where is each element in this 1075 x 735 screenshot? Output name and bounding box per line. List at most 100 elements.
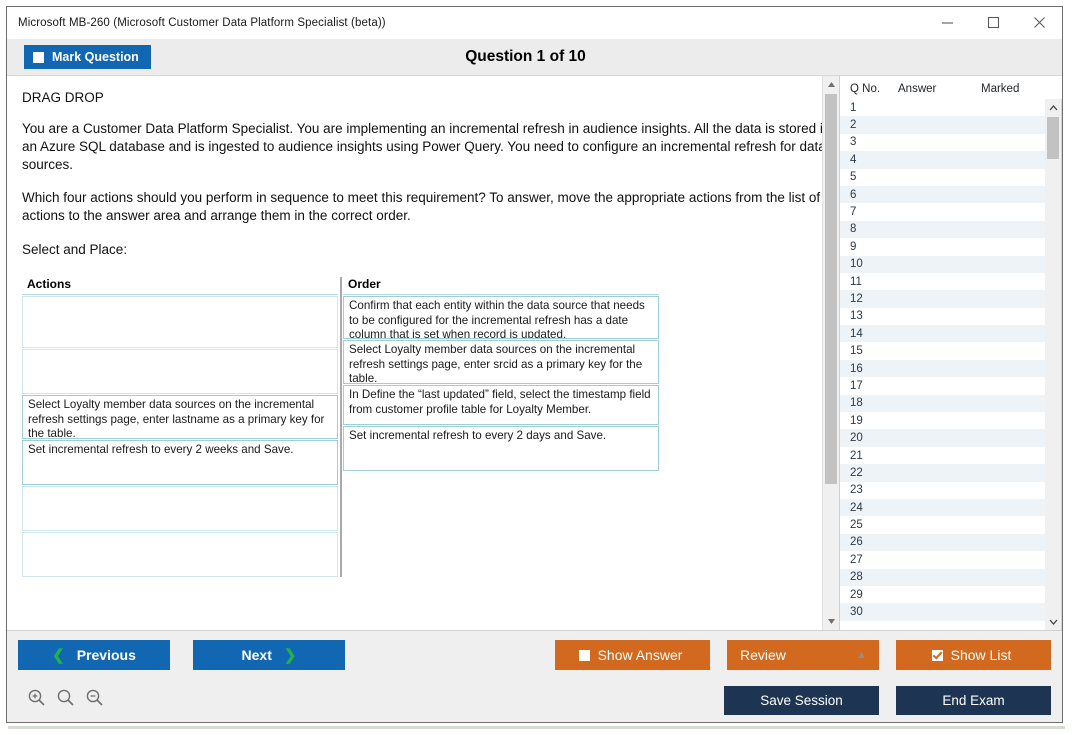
order-answer-slot[interactable]: Select Loyalty member data sources on th… bbox=[343, 340, 659, 384]
chevron-right-icon: ❯ bbox=[284, 648, 297, 663]
question-list-qno: 13 bbox=[840, 310, 898, 322]
question-list-row[interactable]: 24 bbox=[840, 499, 1045, 516]
column-header-answer: Answer bbox=[898, 83, 976, 95]
question-list-qno: 4 bbox=[840, 154, 898, 166]
question-list-row[interactable]: 11 bbox=[840, 273, 1045, 290]
end-exam-label: End Exam bbox=[942, 693, 1004, 708]
scroll-up-arrow-icon[interactable] bbox=[823, 76, 839, 93]
question-list-qno: 28 bbox=[840, 571, 898, 583]
question-list-row[interactable]: 22 bbox=[840, 464, 1045, 481]
question-list-row[interactable]: 6 bbox=[840, 186, 1045, 203]
question-list-row[interactable]: 25 bbox=[840, 516, 1045, 533]
exam-header-bar: Mark Question Question 1 of 10 bbox=[7, 39, 1062, 75]
zoom-reset-icon[interactable] bbox=[56, 688, 75, 712]
question-list-row[interactable]: 21 bbox=[840, 447, 1045, 464]
action-source-slot[interactable] bbox=[22, 486, 338, 531]
next-button[interactable]: Next ❯ bbox=[193, 640, 345, 670]
question-list-row[interactable]: 12 bbox=[840, 290, 1045, 307]
action-source-slot[interactable] bbox=[22, 349, 338, 394]
question-content-pane: DRAG DROP You are a Customer Data Platfo… bbox=[7, 76, 840, 630]
chevron-left-icon: ❮ bbox=[52, 648, 65, 663]
question-list-qno: 14 bbox=[840, 328, 898, 340]
action-source-slot[interactable] bbox=[22, 532, 338, 577]
show-answer-checkbox-icon[interactable] bbox=[579, 650, 590, 661]
order-answer-slot[interactable]: In Define the “last updated” field, sele… bbox=[343, 385, 659, 425]
question-list-row[interactable]: 5 bbox=[840, 169, 1045, 186]
question-list-row[interactable]: 9 bbox=[840, 238, 1045, 255]
question-list-row[interactable]: 13 bbox=[840, 308, 1045, 325]
question-list-row[interactable]: 27 bbox=[840, 551, 1045, 568]
zoom-in-icon[interactable] bbox=[27, 688, 46, 712]
save-session-label: Save Session bbox=[760, 693, 843, 708]
question-list-qno: 10 bbox=[840, 258, 898, 270]
question-list-row[interactable]: 1 bbox=[840, 99, 1045, 116]
question-list-row[interactable]: 16 bbox=[840, 360, 1045, 377]
question-list-qno: 25 bbox=[840, 519, 898, 531]
question-list-row[interactable]: 7 bbox=[840, 203, 1045, 220]
maximize-button[interactable] bbox=[970, 7, 1016, 38]
question-list-row[interactable]: 8 bbox=[840, 221, 1045, 238]
show-list-label: Show List bbox=[951, 647, 1012, 663]
action-source-slot[interactable] bbox=[22, 296, 338, 348]
show-list-button[interactable]: Show List bbox=[896, 640, 1051, 670]
show-list-checkbox-icon[interactable] bbox=[932, 650, 943, 661]
list-scroll-down-arrow-icon[interactable] bbox=[1045, 613, 1061, 630]
footer-row-secondary: Save Session End Exam bbox=[18, 682, 1051, 718]
question-list-row[interactable]: 28 bbox=[840, 569, 1045, 586]
question-list-row[interactable]: 18 bbox=[840, 395, 1045, 412]
question-list-row[interactable]: 10 bbox=[840, 256, 1045, 273]
minimize-button[interactable] bbox=[924, 7, 970, 38]
show-answer-label: Show Answer bbox=[598, 647, 683, 663]
question-list-row[interactable]: 2 bbox=[840, 116, 1045, 133]
order-column-header: Order bbox=[343, 277, 659, 295]
question-content: DRAG DROP You are a Customer Data Platfo… bbox=[7, 76, 839, 630]
question-counter-text: Question 1 of 10 bbox=[465, 48, 586, 65]
question-list-row[interactable]: 20 bbox=[840, 429, 1045, 446]
question-list-row[interactable]: 26 bbox=[840, 534, 1045, 551]
action-source-slot[interactable]: Select Loyalty member data sources on th… bbox=[22, 395, 338, 439]
question-paragraph-2: Which four actions should you perform in… bbox=[22, 189, 831, 225]
column-header-qno: Q No. bbox=[840, 83, 898, 95]
content-scrollbar[interactable] bbox=[822, 76, 839, 630]
order-answer-slot[interactable]: Confirm that each entity within the data… bbox=[343, 296, 659, 339]
question-list-qno: 3 bbox=[840, 136, 898, 148]
content-scrollbar-thumb[interactable] bbox=[825, 94, 837, 484]
save-session-button[interactable]: Save Session bbox=[724, 686, 879, 715]
review-dropdown-button[interactable]: Review ▲ bbox=[727, 640, 879, 670]
question-list-qno: 26 bbox=[840, 536, 898, 548]
order-answer-slot[interactable]: Set incremental refresh to every 2 days … bbox=[343, 426, 659, 471]
question-list-qno: 20 bbox=[840, 432, 898, 444]
question-list-row[interactable]: 30 bbox=[840, 603, 1045, 620]
question-list-qno: 6 bbox=[840, 189, 898, 201]
mark-question-button[interactable]: Mark Question bbox=[24, 45, 151, 69]
question-list-row[interactable]: 15 bbox=[840, 342, 1045, 359]
footer-toolbar: ❮ Previous Next ❯ Show Answer Review ▲ bbox=[7, 630, 1062, 722]
question-list-scrollbar-thumb[interactable] bbox=[1047, 117, 1059, 159]
show-answer-button[interactable]: Show Answer bbox=[555, 640, 710, 670]
question-list-row[interactable]: 3 bbox=[840, 134, 1045, 151]
zoom-out-icon[interactable] bbox=[85, 688, 104, 712]
scroll-down-arrow-icon[interactable] bbox=[823, 613, 839, 630]
zoom-controls bbox=[18, 688, 104, 712]
question-list-qno: 24 bbox=[840, 502, 898, 514]
question-paragraph-1: You are a Customer Data Platform Special… bbox=[22, 120, 831, 174]
question-list-qno: 27 bbox=[840, 554, 898, 566]
question-list-row[interactable]: 17 bbox=[840, 377, 1045, 394]
action-source-slot[interactable]: Set incremental refresh to every 2 weeks… bbox=[22, 440, 338, 485]
question-list-row[interactable]: 4 bbox=[840, 151, 1045, 168]
mark-question-checkbox-icon[interactable] bbox=[33, 52, 44, 63]
question-list-scrollbar[interactable] bbox=[1045, 99, 1062, 630]
actions-column-header: Actions bbox=[22, 277, 338, 295]
question-list-row[interactable]: 14 bbox=[840, 325, 1045, 342]
question-list-scroll-area: 1234567891011121314151617181920212223242… bbox=[840, 98, 1062, 630]
question-list-row[interactable]: 19 bbox=[840, 412, 1045, 429]
list-scroll-up-arrow-icon[interactable] bbox=[1045, 99, 1061, 116]
question-list-rows[interactable]: 1234567891011121314151617181920212223242… bbox=[840, 99, 1045, 630]
question-list-row[interactable]: 29 bbox=[840, 586, 1045, 603]
end-exam-button[interactable]: End Exam bbox=[896, 686, 1051, 715]
question-list-qno: 19 bbox=[840, 415, 898, 427]
close-button[interactable] bbox=[1016, 7, 1062, 38]
question-list-qno: 16 bbox=[840, 363, 898, 375]
previous-button[interactable]: ❮ Previous bbox=[18, 640, 170, 670]
question-list-row[interactable]: 23 bbox=[840, 482, 1045, 499]
